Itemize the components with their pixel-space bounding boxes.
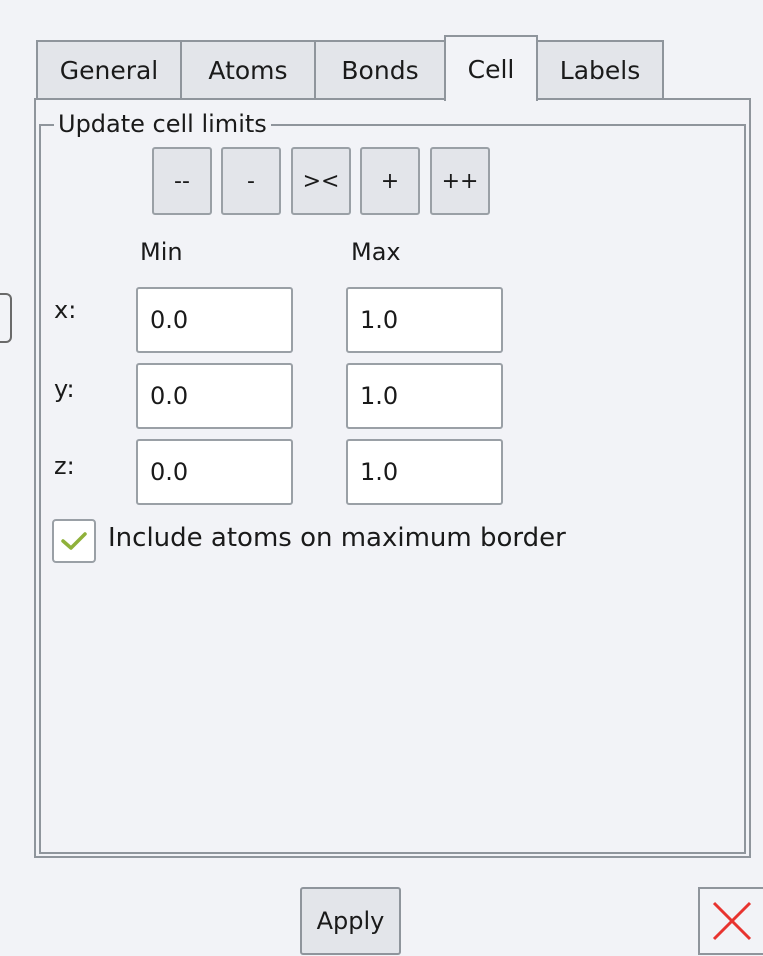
y-max-field[interactable]: 1.0 <box>346 363 503 429</box>
tab-cell[interactable]: Cell <box>444 35 538 101</box>
include-border-label: Include atoms on maximum border <box>108 523 566 553</box>
decrease-button[interactable]: - <box>221 147 281 215</box>
reset-button[interactable]: >< <box>291 147 351 215</box>
increase-big-button[interactable]: ++ <box>430 147 490 215</box>
z-axis-label: z: <box>54 452 75 480</box>
side-panel-handle[interactable] <box>0 293 12 343</box>
x-axis-label: x: <box>54 296 77 324</box>
close-button[interactable] <box>698 887 763 955</box>
y-min-field[interactable]: 0.0 <box>136 363 293 429</box>
include-border-checkbox[interactable] <box>52 519 96 563</box>
z-max-field[interactable]: 1.0 <box>346 439 503 505</box>
max-column-label: Max <box>351 238 401 266</box>
tab-labels[interactable]: Labels <box>536 40 664 99</box>
tab-atoms[interactable]: Atoms <box>180 40 316 99</box>
x-min-field[interactable]: 0.0 <box>136 287 293 353</box>
tab-general[interactable]: General <box>36 40 182 99</box>
group-title: Update cell limits <box>54 107 271 141</box>
tab-bonds[interactable]: Bonds <box>314 40 446 99</box>
increase-button[interactable]: + <box>360 147 420 215</box>
x-max-field[interactable]: 1.0 <box>346 287 503 353</box>
decrease-big-button[interactable]: -- <box>152 147 212 215</box>
apply-button[interactable]: Apply <box>300 887 401 955</box>
check-icon <box>61 532 87 550</box>
y-axis-label: y: <box>54 375 75 403</box>
min-column-label: Min <box>140 238 183 266</box>
z-min-field[interactable]: 0.0 <box>136 439 293 505</box>
close-icon <box>712 901 752 941</box>
